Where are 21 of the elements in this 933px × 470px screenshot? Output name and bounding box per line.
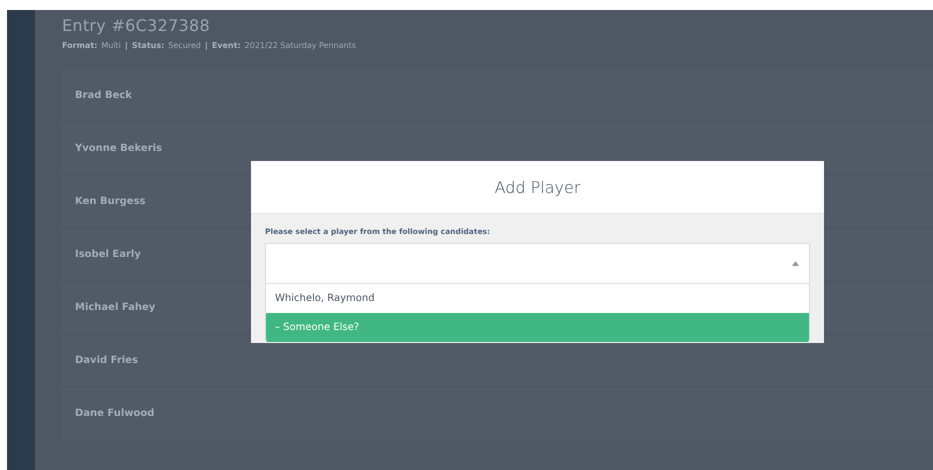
meta-label: Event:	[212, 41, 241, 50]
meta-label: Format:	[62, 41, 98, 50]
select-option[interactable]: – Someone Else?	[265, 313, 810, 342]
player-name: Brad Beck	[75, 90, 132, 101]
player-name: Michael Fahey	[75, 302, 156, 313]
player-select[interactable]	[265, 243, 810, 284]
meta-value: 2021/22 Saturday Pennants	[244, 41, 356, 50]
meta-value: Multi	[101, 41, 121, 50]
meta-value: Secured	[168, 41, 201, 50]
select-option[interactable]: Whichelo, Raymond	[265, 284, 810, 313]
meta-label: Status:	[132, 41, 164, 50]
entry-title: Entry #6C327388	[62, 16, 210, 35]
caret-icon	[792, 261, 799, 266]
player-name: David Fries	[75, 355, 138, 366]
player-name: Yvonne Bekeris	[75, 143, 162, 154]
player-name: Dane Fulwood	[75, 408, 154, 419]
player-name: Isobel Early	[75, 249, 141, 260]
separator: |	[124, 41, 128, 50]
separator: |	[204, 41, 208, 50]
modal-title: Add Player	[494, 178, 580, 196]
player-name: Ken Burgess	[75, 196, 146, 207]
